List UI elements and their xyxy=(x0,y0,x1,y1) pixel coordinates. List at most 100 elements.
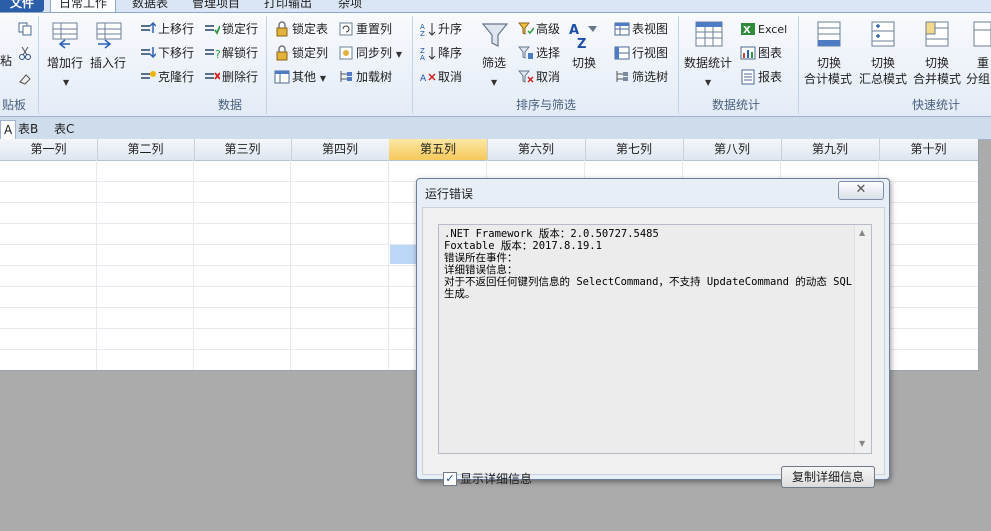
show-details-checkbox[interactable]: ✓ xyxy=(443,472,457,486)
divider xyxy=(678,16,679,114)
excel-label: Excel xyxy=(758,23,788,36)
lock-table-button[interactable]: 锁定表 xyxy=(274,18,328,40)
sort-asc-button[interactable]: A Z 升序 xyxy=(420,18,462,40)
tab-print-output[interactable]: 打印输出 xyxy=(258,0,318,12)
cancel-filter-button[interactable]: 取消 xyxy=(518,66,560,88)
reset-column-button[interactable]: 重置列 xyxy=(338,18,392,40)
eraser-icon[interactable] xyxy=(18,72,32,89)
chart-label: 图表 xyxy=(758,46,783,60)
toggle-sort-button[interactable]: 切换 xyxy=(572,54,596,71)
sort-cancel-button[interactable]: A 取消 xyxy=(420,66,462,88)
close-icon: ✕ xyxy=(855,182,867,197)
excel-button[interactable]: X Excel xyxy=(740,18,787,40)
sheet-tab-c[interactable]: 表C xyxy=(50,120,78,138)
column-header[interactable]: 第一列 xyxy=(0,139,98,160)
copy-details-button[interactable]: 复制详细信息 xyxy=(781,466,875,488)
advanced-filter-button[interactable]: 高级 xyxy=(518,18,560,40)
svg-text:X: X xyxy=(743,25,751,36)
switch-merge-label-a: 切换 xyxy=(925,56,950,70)
tab-file[interactable]: 文件 xyxy=(0,0,44,12)
grid-line xyxy=(96,160,97,370)
delete-row-button[interactable]: 删除行 xyxy=(204,66,258,88)
copy-icon[interactable] xyxy=(18,22,32,39)
filter-tree-icon xyxy=(616,70,628,82)
advanced-filter-label: 高级 xyxy=(536,22,561,36)
other-dropdown-icon: ▼ xyxy=(319,74,326,83)
clone-row-button[interactable]: 克隆行 xyxy=(140,66,194,88)
move-down-button[interactable]: 下移行 xyxy=(140,42,194,64)
switch-total-label-a: 切换 xyxy=(817,56,842,70)
regroup-button[interactable]: 分组 xyxy=(966,70,990,87)
row-view-label: 行视图 xyxy=(632,46,669,60)
close-button[interactable]: ✕ xyxy=(838,181,884,200)
tab-misc[interactable]: 杂项 xyxy=(332,0,368,12)
svg-text:A: A xyxy=(420,54,425,61)
lock-icon xyxy=(276,44,288,60)
column-header[interactable]: 第八列 xyxy=(683,139,782,160)
sort-desc-button[interactable]: Z A 降序 xyxy=(420,42,462,64)
error-details-text: .NET Framework 版本：2.0.50727.5485 Foxtabl… xyxy=(444,228,854,300)
error-details-textbox[interactable]: .NET Framework 版本：2.0.50727.5485 Foxtabl… xyxy=(438,224,872,454)
data-stats-dropdown-icon[interactable]: ▼ xyxy=(705,78,711,87)
column-header[interactable]: 第十列 xyxy=(879,139,978,160)
paste-button[interactable]: 粘 xyxy=(0,50,12,72)
add-row-dropdown-icon[interactable]: ▼ xyxy=(63,78,69,87)
load-tree-button[interactable]: 加载树 xyxy=(338,66,392,88)
scroll-down-icon[interactable]: ▼ xyxy=(859,439,865,448)
switch-merge-mode-button[interactable]: 合并模式 xyxy=(913,70,961,87)
divider xyxy=(798,16,799,114)
data-group-label: 数据 xyxy=(217,98,242,112)
unlock-row-button[interactable]: ?解锁行 xyxy=(204,42,258,64)
move-up-button[interactable]: 上移行 xyxy=(140,18,194,40)
switch-total-mode-button[interactable]: 合计模式 xyxy=(804,70,852,87)
report-button[interactable]: 报表 xyxy=(740,66,782,88)
error-line-app-version: Foxtable 版本：2017.8.19.1 xyxy=(444,240,602,252)
move-down-label: 下移行 xyxy=(158,46,195,60)
ribbon: 文件 日常工作 数据表 管理项目 打印输出 杂项 粘 贴板 增加行 ▼ 插入行 … xyxy=(0,0,991,117)
regroup-icon xyxy=(972,20,991,50)
tab-daily-work[interactable]: 日常工作 xyxy=(50,0,116,12)
tab-data-table[interactable]: 数据表 xyxy=(126,0,174,12)
sheet-tab-b[interactable]: 表B xyxy=(14,120,42,138)
column-header-row: 第一列 第二列 第三列 第四列 第五列 第六列 第七列 第八列 第九列 第十列 xyxy=(0,139,978,161)
sheet-tab-bar: A 表B 表C xyxy=(0,117,991,140)
paste-label: 粘 xyxy=(0,54,13,68)
column-header[interactable]: 第九列 xyxy=(781,139,880,160)
data-stats-button[interactable]: 数据统计 xyxy=(684,54,732,71)
regroup-label-a: 重 xyxy=(977,56,990,70)
row-view-button[interactable]: 行视图 xyxy=(614,42,668,64)
select-filter-button[interactable]: 选择 xyxy=(518,42,560,64)
reset-column-icon xyxy=(339,22,353,35)
row-view-icon xyxy=(614,46,630,59)
other-button[interactable]: 其他 ▼ xyxy=(274,66,326,88)
column-header-selected[interactable]: 第五列 xyxy=(389,139,488,160)
switch-summary-mode-button[interactable]: 汇总模式 xyxy=(859,70,907,87)
vertical-scrollbar[interactable]: ▲ ▼ xyxy=(854,225,871,453)
filter-dropdown-icon[interactable]: ▼ xyxy=(491,78,497,87)
cut-icon[interactable] xyxy=(18,46,32,63)
select-filter-label: 选择 xyxy=(536,46,561,60)
grid-line xyxy=(388,160,389,370)
column-header[interactable]: 第七列 xyxy=(585,139,684,160)
filter-button[interactable]: 筛选 xyxy=(482,54,506,71)
column-header[interactable]: 第二列 xyxy=(97,139,195,160)
filter-tree-button[interactable]: 筛选树 xyxy=(614,66,668,88)
merge-mode-icon xyxy=(922,20,952,50)
quick-stats-group-label: 快速统计 xyxy=(911,98,960,112)
tab-manage-project[interactable]: 管理项目 xyxy=(186,0,246,12)
sync-column-button[interactable]: 同步列 ▼ xyxy=(338,42,402,64)
select-filter-icon xyxy=(518,46,533,59)
sort-cancel-icon: A xyxy=(420,72,436,84)
table-view-button[interactable]: 表视图 xyxy=(614,18,668,40)
svg-text:A: A xyxy=(420,74,427,84)
column-header[interactable]: 第六列 xyxy=(487,139,586,160)
scroll-up-icon[interactable]: ▲ xyxy=(859,228,865,237)
lock-column-button[interactable]: 锁定列 xyxy=(274,42,328,64)
add-row-button[interactable]: 增加行 xyxy=(47,54,83,71)
column-header[interactable]: 第三列 xyxy=(194,139,292,160)
lock-row-button[interactable]: 锁定行 xyxy=(204,18,258,40)
insert-row-button[interactable]: 插入行 xyxy=(90,54,126,71)
column-header[interactable]: 第四列 xyxy=(291,139,390,160)
error-line-event: 错误所在事件： xyxy=(444,252,518,264)
chart-button[interactable]: 图表 xyxy=(740,42,782,64)
